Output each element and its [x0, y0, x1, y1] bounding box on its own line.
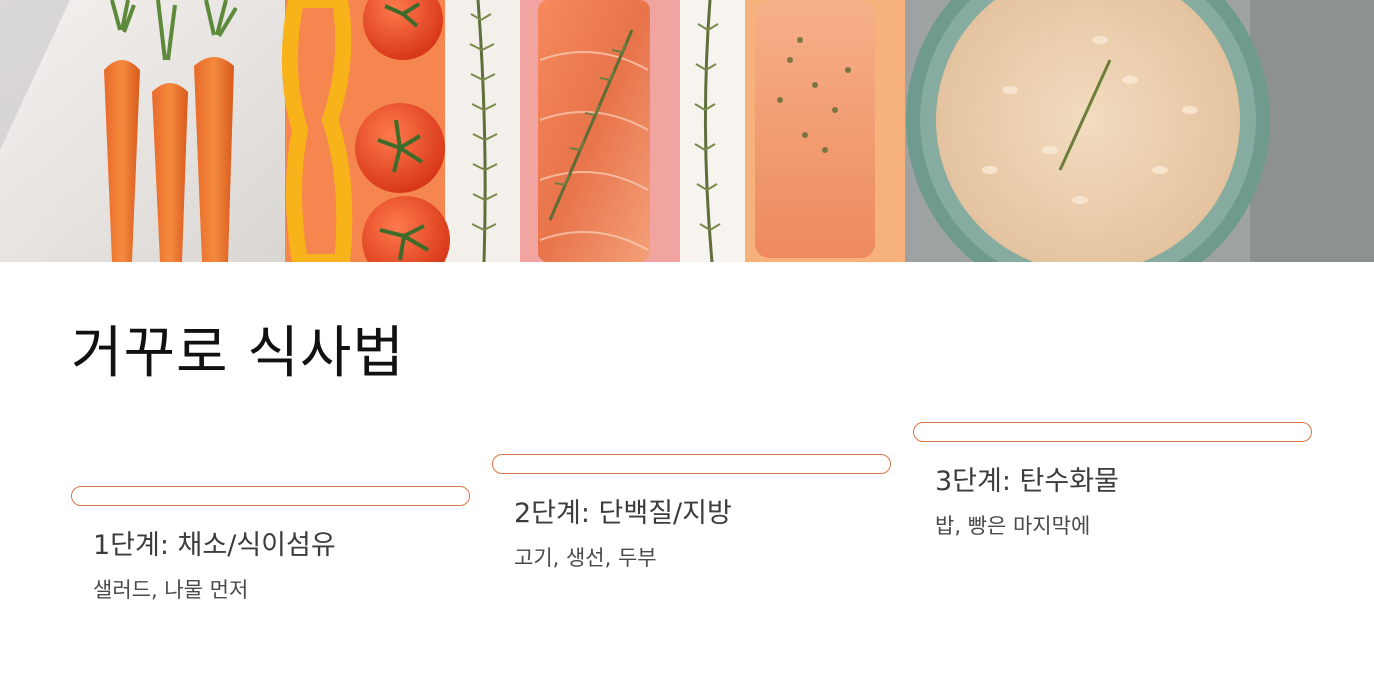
step-card-2: 2단계: 단백질/지방 고기, 생선, 두부: [492, 454, 892, 572]
step-3-progress-pill: [913, 422, 1312, 442]
step-2-progress-pill: [492, 454, 891, 474]
step-2-description: 고기, 생선, 두부: [514, 546, 657, 570]
step-3-description: 밥, 빵은 마지막에: [935, 514, 1091, 538]
step-1-heading: 1단계: 채소/식이섬유: [93, 530, 336, 561]
step-1-progress-pill: [71, 486, 470, 506]
food-ingredients-illustration: [0, 0, 1374, 262]
hero-banner-image: [0, 0, 1374, 262]
page-title: 거꾸로 식사법: [71, 321, 405, 386]
step-1-description: 샐러드, 나물 먼저: [93, 578, 249, 602]
step-card-3: 3단계: 탄수화물 밥, 빵은 마지막에: [913, 422, 1313, 540]
step-card-1: 1단계: 채소/식이섬유 샐러드, 나물 먼저: [71, 486, 471, 604]
step-2-heading: 2단계: 단백질/지방: [514, 498, 732, 529]
step-3-heading: 3단계: 탄수화물: [935, 466, 1119, 497]
